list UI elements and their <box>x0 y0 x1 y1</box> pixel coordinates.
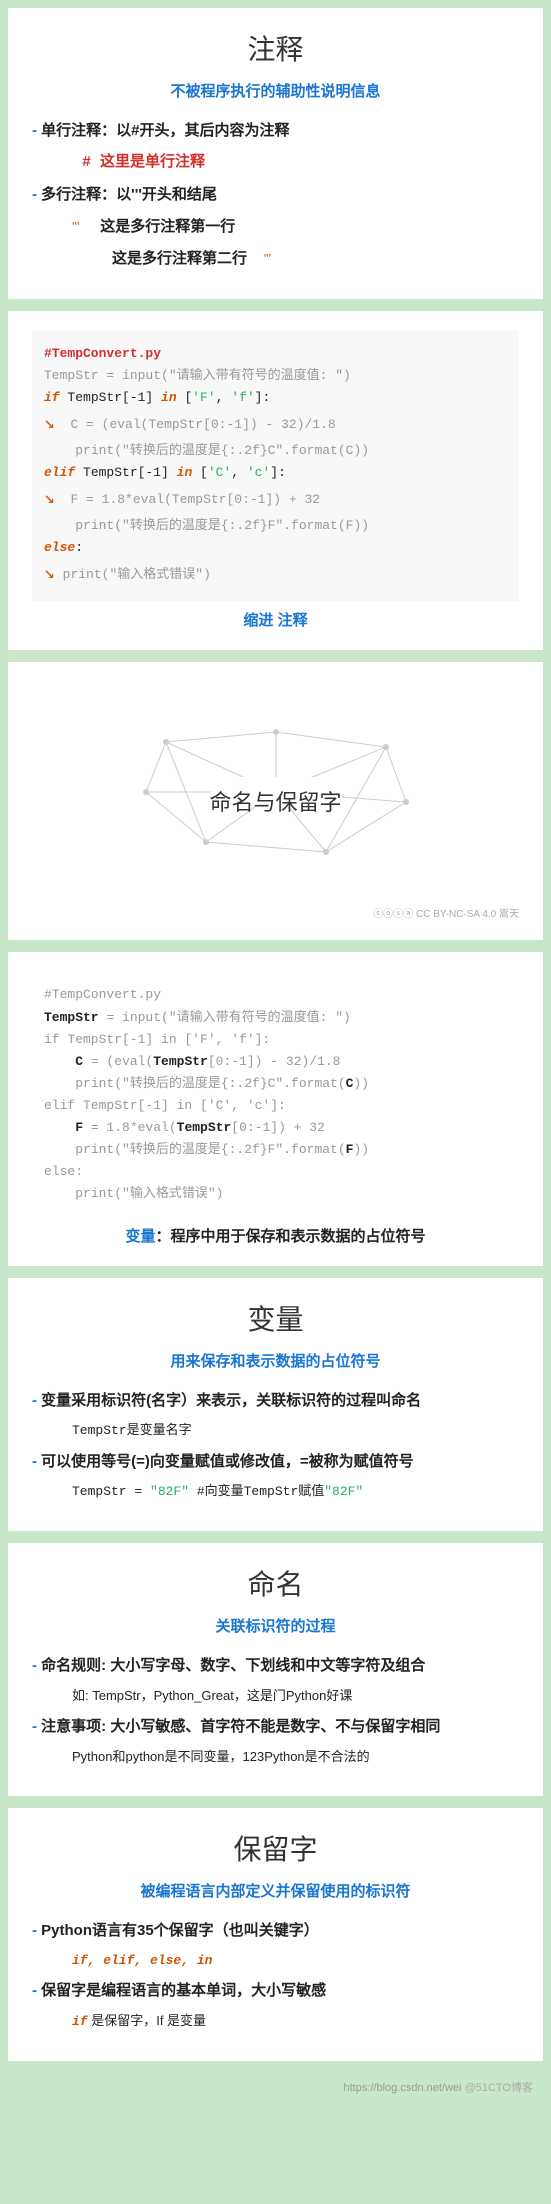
title: 命名 <box>32 1563 519 1603</box>
card-naming: 命名 关联标识符的过程 命名规则: 大小写字母、数字、下划线和中文等字符及组合 … <box>8 1543 543 1796</box>
card-code-example-2: #TempConvert.py TempStr = input("请输入带有符号… <box>8 952 543 1266</box>
bullet-multi-comment: 多行注释：以'''开头和结尾 <box>32 183 519 207</box>
card-reserved: 保留字 被编程语言内部定义并保留使用的标识符 Python语言有35个保留字（也… <box>8 1808 543 2062</box>
subtitle: 用来保存和表示数据的占位符号 <box>32 1350 519 1371</box>
card-comments: 注释 不被程序执行的辅助性说明信息 单行注释：以#开头，其后内容为注释 # 这里… <box>8 8 543 299</box>
bullet-2-sub: TempStr = "82F" #向变量TempStr赋值"82F" <box>72 1482 519 1503</box>
code-block: #TempConvert.py TempStr = input("请输入带有符号… <box>32 972 519 1217</box>
bullet-1-sub: TempStr是变量名字 <box>72 1421 519 1442</box>
bullet-2: 可以使用等号(=)向变量赋值或修改值，=被称为赋值符号 <box>32 1450 519 1474</box>
quote-close: ''' <box>264 251 271 266</box>
code-multi-line1: ''' 这是多行注释第一行 <box>72 215 519 239</box>
bullet-single-comment: 单行注释：以#开头，其后内容为注释 <box>32 119 519 143</box>
title: 变量 <box>32 1298 519 1338</box>
arrow-icon: ↘ <box>44 414 55 434</box>
bullet-1-sub: if, elif, else, in <box>72 1951 519 1972</box>
bullet-2-sub: Python和python是不同变量，123Python是不合法的 <box>72 1747 519 1768</box>
footer-attribution: https://blog.csdn.net/wei @51CTO博客 <box>8 2073 543 2101</box>
title: 保留字 <box>32 1828 519 1868</box>
bullet-2-sub: if 是保留字，If 是变量 <box>72 2011 519 2033</box>
diagram-wireframe: 命名与保留字 <box>32 682 519 845</box>
card-code-example-1: #TempConvert.py TempStr = input("请输入带有符号… <box>8 311 543 650</box>
bullet-1: 命名规则: 大小写字母、数字、下划线和中文等字符及组合 <box>32 1654 519 1678</box>
bullet-2: 保留字是编程语言的基本单词，大小写敏感 <box>32 1979 519 2003</box>
title: 注释 <box>32 28 519 68</box>
card-variable: 变量 用来保存和表示数据的占位符号 变量采用标识符(名字）来表示，关联标识符的过… <box>8 1278 543 1531</box>
note-variable: 变量：程序中用于保存和表示数据的占位符号 <box>32 1225 519 1246</box>
bullet-2: 注意事项: 大小写敏感、首字符不能是数字、不与保留字相同 <box>32 1715 519 1739</box>
bullet-1-sub: 如: TempStr，Python_Great，这是门Python好课 <box>72 1686 519 1707</box>
bullet-1: Python语言有35个保留字（也叫关键字） <box>32 1919 519 1943</box>
subtitle: 不被程序执行的辅助性说明信息 <box>32 80 519 101</box>
section-title: 命名与保留字 <box>189 777 361 825</box>
arrow-icon: ↘ <box>44 489 55 509</box>
bullet-1: 变量采用标识符(名字）来表示，关联标识符的过程叫命名 <box>32 1389 519 1413</box>
subtitle: 被编程语言内部定义并保留使用的标识符 <box>32 1880 519 1901</box>
arrow-icon: ↘ <box>44 564 55 584</box>
quote-open: ''' <box>72 219 79 234</box>
code-block: #TempConvert.py TempStr = input("请输入带有符号… <box>32 331 519 601</box>
note-indent-comment: 缩进 注释 <box>32 609 519 630</box>
card-naming-section: 命名与保留字 ⓒⓞⓢⓐ CC BY-NC-SA 4.0 嵩天 <box>8 662 543 940</box>
cc-license: ⓒⓞⓢⓐ CC BY-NC-SA 4.0 嵩天 <box>32 905 519 920</box>
subtitle: 关联标识符的过程 <box>32 1615 519 1636</box>
code-single-comment: # 这里是单行注释 <box>82 151 519 175</box>
code-multi-line2: 这是多行注释第二行 ''' <box>112 247 519 271</box>
